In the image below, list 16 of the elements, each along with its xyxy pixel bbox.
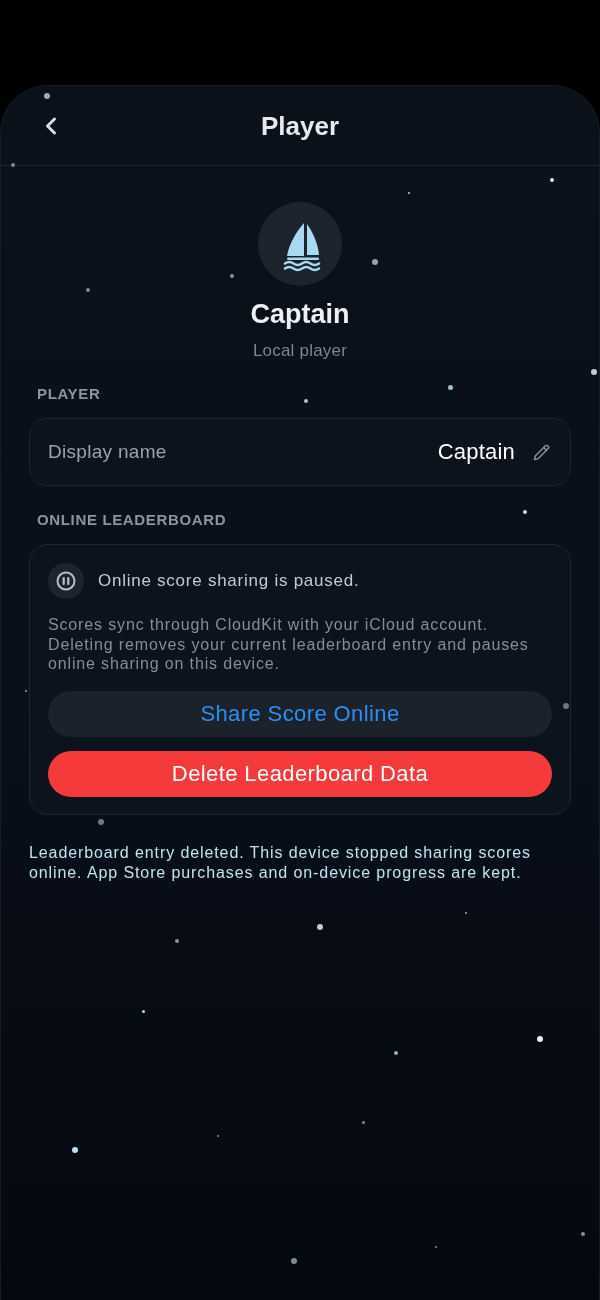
display-name-row[interactable]: Display name Captain — [29, 418, 571, 486]
page-title: Player — [260, 110, 340, 141]
sharing-status-text: Online score sharing is paused. — [98, 571, 360, 591]
leaderboard-description: Scores sync through CloudKit with your iCloud account. Deleting removes your current leaderboard entry and pauses online sharing on this device. — [48, 615, 530, 674]
section-heading: PLAYER — [37, 385, 101, 403]
share-button[interactable]: Share Score Online — [48, 690, 552, 737]
section-heading: ONLINE LEADERBOARD — [37, 511, 227, 529]
pause-icon — [48, 563, 84, 599]
pencil-icon — [533, 443, 550, 461]
deletion-notice: Leaderboard entry deleted. This device stopped sharing scores online. App Store purchases and on-device progress are kept. — [29, 842, 532, 883]
profile-subtitle: Local player — [252, 341, 348, 361]
display-name-value: Captain — [437, 438, 515, 466]
profile-name: Captain — [250, 299, 350, 329]
display-name-label: Display name — [48, 440, 167, 464]
delete-button[interactable]: Delete Leaderboard Data — [48, 750, 552, 797]
sailboat-icon — [258, 202, 342, 286]
